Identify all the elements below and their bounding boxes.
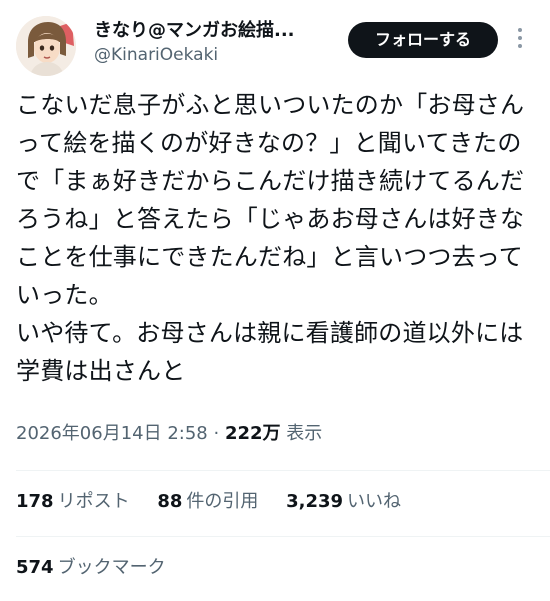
manga-avatar-icon (16, 16, 76, 76)
tweet-date[interactable]: 2026年06月14日 2:58 (16, 423, 208, 444)
display-name[interactable]: きなり@マンガお絵描... (94, 20, 354, 42)
bookmarks-label: ブックマーク (57, 557, 166, 578)
author-names: きなり@マンガお絵描... @KinariOekaki (94, 20, 354, 66)
engagement-stats: 178 リポスト 88 件の引用 3,239 いいね (16, 490, 536, 514)
dot (518, 44, 522, 48)
dot (518, 28, 522, 32)
bookmarks-stat-inner: 574 ブックマーク (16, 556, 166, 580)
bookmarks-count: 574 (16, 557, 54, 578)
views-count: 222万 (224, 423, 281, 444)
likes-stat[interactable]: 3,239 いいね (286, 490, 401, 514)
divider (16, 470, 550, 471)
more-dots-icon[interactable] (512, 28, 528, 52)
bookmarks-stat[interactable]: 574 ブックマーク (16, 556, 536, 580)
follow-button[interactable]: フォローする (348, 22, 498, 58)
quotes-stat[interactable]: 88 件の引用 (157, 490, 258, 514)
quotes-count: 88 (157, 491, 183, 512)
reposts-stat[interactable]: 178 リポスト (16, 490, 130, 514)
tweet-meta: 2026年06月14日 2:58 · 222万 表示 (16, 422, 536, 446)
user-handle[interactable]: @KinariOekaki (94, 44, 354, 66)
meta-separator: · (213, 423, 220, 444)
reposts-label: リポスト (57, 491, 130, 512)
tweet-text: こないだ息子がふと思いついたのか「お母さんって絵を描くのが好きなの？」と聞いてき… (16, 91, 525, 385)
views-label: 表示 (286, 423, 323, 444)
reposts-count: 178 (16, 491, 54, 512)
likes-count: 3,239 (286, 491, 344, 512)
likes-label: いいね (347, 491, 402, 512)
divider (16, 536, 550, 537)
quotes-label: 件の引用 (186, 491, 259, 512)
avatar[interactable] (16, 16, 76, 76)
dot (518, 36, 522, 40)
tweet-header: きなり@マンガお絵描... @KinariOekaki フォローする (16, 12, 536, 76)
